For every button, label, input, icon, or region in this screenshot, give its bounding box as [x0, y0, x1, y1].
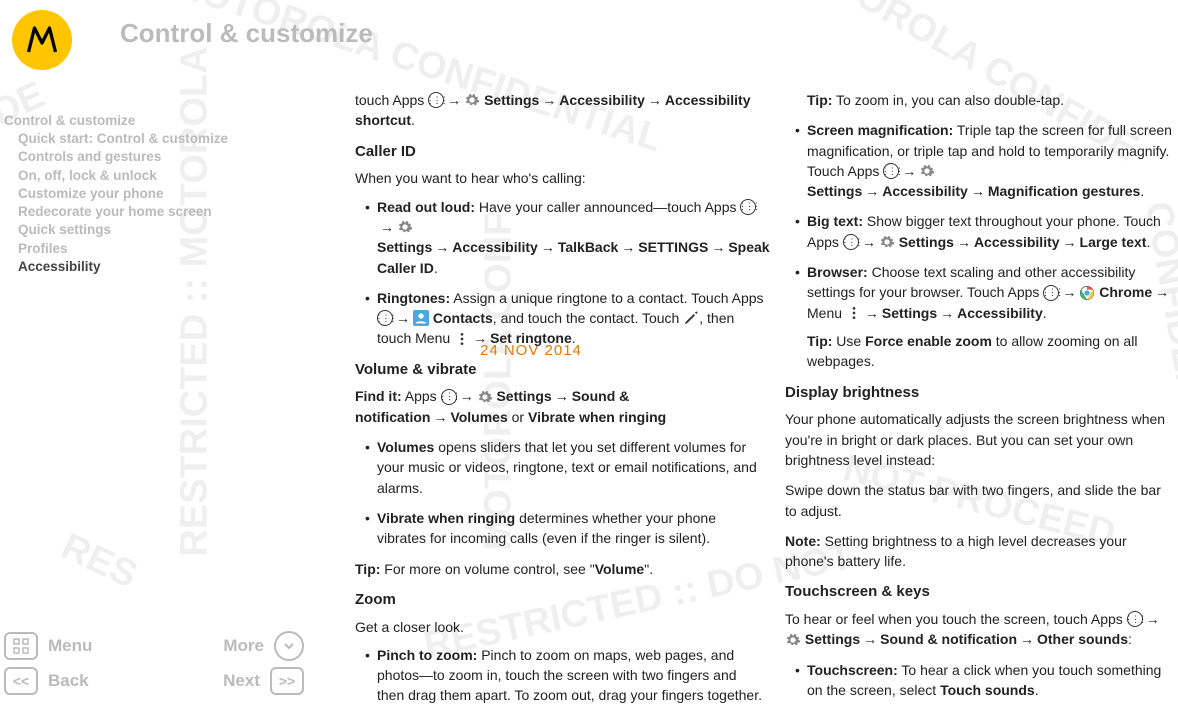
caller-id-intro: When you want to hear who's calling: [355, 168, 765, 188]
volume-tip: Tip: For more on volume control, see "Vo… [355, 559, 765, 579]
pinch-zoom-bullet: Pinch to zoom: Pinch to zoom on maps, we… [365, 645, 765, 706]
contacts-icon [413, 310, 429, 326]
gear-icon [919, 163, 935, 179]
volume-find-it: Find it: Apps → Settings→Sound & notific… [355, 386, 765, 427]
gear-icon [785, 632, 801, 648]
display-brightness-p1: Your phone automatically adjusts the scr… [785, 409, 1173, 470]
content-column-right: Tip: To zoom in, you can also double-tap… [785, 90, 1173, 710]
apps-icon [377, 310, 393, 326]
apps-icon [1127, 611, 1143, 627]
page-title: Control & customize [120, 18, 373, 49]
content-column-left: touch Apps → Settings→Accessibility→Acce… [355, 90, 765, 716]
back-button[interactable]: << [4, 667, 38, 695]
next-label: Next [223, 671, 260, 691]
browser-bullet: Browser: Choose text scaling and other a… [795, 262, 1173, 371]
big-text-bullet: Big text: Show bigger text throughout yo… [795, 211, 1173, 252]
gear-icon [397, 219, 413, 235]
more-label: More [223, 636, 264, 656]
back-label: Back [48, 671, 89, 691]
apps-icon [428, 92, 444, 108]
read-out-loud-item: Read out loud: Have your caller announce… [365, 197, 765, 278]
chevron-down-icon [282, 639, 296, 653]
apps-icon [883, 163, 899, 179]
vibrate-bullet: Vibrate when ringing determines whether … [365, 508, 765, 549]
gear-icon [879, 234, 895, 250]
menu-label: Menu [48, 636, 92, 656]
touchscreen-intro: To hear or feel when you touch the scree… [785, 609, 1173, 650]
display-brightness-p2: Swipe down the status bar with two finge… [785, 480, 1173, 521]
grid-icon [13, 638, 29, 654]
zoom-heading: Zoom [355, 589, 765, 611]
touchscreen-keys-heading: Touchscreen & keys [785, 581, 1173, 603]
gear-icon [464, 92, 480, 108]
nav-item-customize-phone[interactable]: Customize your phone [4, 185, 284, 203]
sidebar-nav: Control & customize Quick start: Control… [4, 112, 284, 276]
motorola-logo [12, 10, 72, 70]
touchscreen-bullet: Touchscreen: To hear a click when you to… [795, 660, 1173, 701]
apps-icon [843, 234, 859, 250]
more-button[interactable] [274, 631, 304, 661]
apps-icon [1043, 285, 1059, 301]
display-brightness-heading: Display brightness [785, 382, 1173, 404]
nav-item-redecorate[interactable]: Redecorate your home screen [4, 203, 284, 221]
motorola-m-icon [24, 22, 60, 58]
intro-paragraph: touch Apps → Settings→Accessibility→Acce… [355, 90, 765, 131]
caller-id-heading: Caller ID [355, 141, 765, 163]
zoom-tip: Tip: To zoom in, you can also double-tap… [785, 90, 1173, 110]
nav-item-quick-start[interactable]: Quick start: Control & customize [4, 130, 284, 148]
menu-button[interactable] [4, 632, 38, 660]
chrome-icon [1079, 285, 1095, 301]
menu-dots-icon [454, 331, 470, 347]
nav-item-accessibility[interactable]: Accessibility [4, 258, 284, 276]
screen-mag-bullet: Screen magnification: Triple tap the scr… [795, 120, 1173, 201]
nav-item-quick-settings[interactable]: Quick settings [4, 221, 284, 239]
apps-icon [441, 389, 457, 405]
next-button[interactable]: >> [270, 667, 304, 695]
apps-icon [740, 199, 756, 215]
display-brightness-note: Note: Setting brightness to a high level… [785, 531, 1173, 572]
menu-dots-icon [846, 305, 862, 321]
volumes-bullet: Volumes opens sliders that let you set d… [365, 437, 765, 498]
nav-item-profiles[interactable]: Profiles [4, 240, 284, 258]
footer-nav: Menu More << Back Next >> [4, 625, 304, 695]
ringtones-item: Ringtones: Assign a unique ringtone to a… [365, 288, 765, 349]
volume-vibrate-heading: Volume & vibrate [355, 359, 765, 381]
pencil-icon [683, 310, 699, 326]
gear-icon [477, 389, 493, 405]
nav-item-controls-gestures[interactable]: Controls and gestures [4, 148, 284, 166]
zoom-intro: Get a closer look. [355, 617, 765, 637]
nav-item-on-off-lock[interactable]: On, off, lock & unlock [4, 167, 284, 185]
nav-item-control-customize[interactable]: Control & customize [4, 112, 284, 130]
